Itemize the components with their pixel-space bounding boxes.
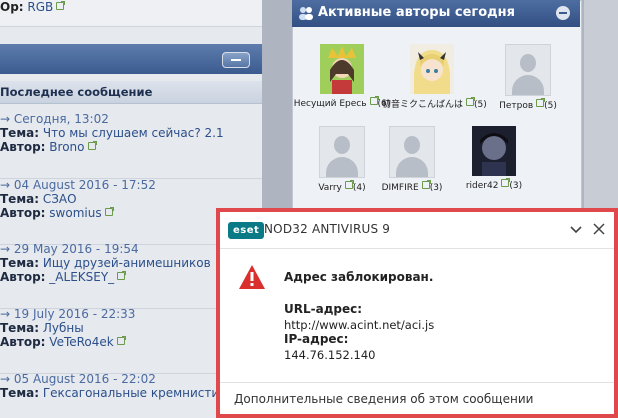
author-name: Varry [318, 183, 342, 193]
eset-titlebar: eset NOD32 ANTIVIRUS 9 [220, 212, 614, 249]
top-fragment-link[interactable]: RGB [27, 0, 53, 14]
post-author-link[interactable]: Brono [49, 140, 84, 154]
external-link-icon [56, 1, 66, 10]
eset-logo: eset [228, 222, 265, 239]
url-value: http://www.acint.net/aci.js [284, 318, 435, 332]
post-date: 19 July 2016 - 22:33 [13, 307, 136, 321]
external-link-icon [466, 97, 476, 106]
chevron-down-icon[interactable] [570, 223, 582, 235]
author-name: DIMFIRE [381, 183, 419, 193]
ip-value: 144.76.152.140 [284, 348, 376, 362]
post-topic-link[interactable]: Гексагональные кремнистишь [43, 386, 237, 400]
external-link-icon [116, 336, 126, 345]
post-date: 05 August 2016 - 22:02 [13, 372, 156, 386]
default-avatar[interactable] [505, 44, 551, 96]
post-date: Сегодня, 13:02 [13, 112, 109, 126]
minimize-button[interactable] [556, 6, 570, 20]
url-label: URL-адрес: [284, 302, 363, 316]
latest-posts-header [0, 44, 262, 74]
latest-posts-subheader: Последнее сообщение [0, 81, 262, 104]
top-fragment: Ор: RGB [0, 0, 262, 27]
active-authors-header: Активные авторы сегодня [292, 0, 580, 27]
default-avatar[interactable] [389, 126, 435, 178]
close-icon[interactable] [592, 222, 606, 236]
author-card[interactable]: Петров (5) [478, 44, 578, 111]
more-info-link[interactable]: Дополнительные сведения об этом сообщени… [234, 392, 533, 406]
author-name: Несущий Ересь [293, 99, 367, 109]
author-card[interactable]: Несущий Ересь (6) [292, 44, 392, 109]
eset-footer: Дополнительные сведения об этом сообщени… [220, 382, 614, 415]
external-link-icon [421, 180, 431, 189]
default-avatar[interactable] [319, 126, 365, 178]
post-topic-link[interactable]: Что мы слушаем сейчас? 2.1 [43, 126, 224, 140]
author-card[interactable]: rider42 (3) [444, 126, 544, 191]
author-name: 初音ミクこんばんは [382, 100, 464, 110]
author-name: rider42 [465, 181, 499, 191]
external-link-icon [104, 207, 114, 216]
anime-avatar-green[interactable] [320, 44, 364, 94]
eset-alert-window: eset NOD32 ANTIVIRUS 9 Адрес заблокирова… [216, 208, 618, 418]
collapse-button[interactable] [222, 52, 250, 68]
post-author-link[interactable]: _ALEKSEY_ [49, 270, 114, 284]
post-topic-link[interactable]: Ищу друзей-анимешников [43, 256, 211, 270]
external-link-icon [536, 98, 546, 107]
post-item-1: → Сегодня, 13:02 Тема: Что мы слушаем се… [0, 112, 262, 179]
post-date: 29 May 2016 - 19:54 [13, 242, 139, 256]
product-name: NOD32 ANTIVIRUS 9 [264, 222, 391, 236]
external-link-icon [344, 180, 354, 189]
ip-label: IP-адрес: [284, 332, 349, 346]
active-authors-title: Активные авторы сегодня [318, 5, 515, 20]
external-link-icon [117, 271, 127, 280]
post-author-link[interactable]: VeTeRo4ek [49, 335, 113, 349]
anime-avatar-blonde[interactable] [410, 44, 454, 94]
users-icon [299, 7, 313, 20]
warning-icon [239, 265, 265, 289]
post-topic-link[interactable]: Лубны [43, 321, 84, 335]
external-link-icon [87, 141, 97, 150]
top-fragment-label: Ор: [0, 0, 24, 14]
author-name: Петров [499, 101, 534, 111]
external-link-icon [501, 178, 511, 187]
post-topic-link[interactable]: СЗАО [43, 192, 77, 206]
post-author-link[interactable]: swomius [49, 206, 101, 220]
photo-avatar[interactable] [472, 126, 516, 176]
external-link-icon [369, 96, 379, 105]
author-card[interactable]: 初音ミクこんばんは (5) [382, 44, 487, 110]
post-date: 04 August 2016 - 17:52 [13, 178, 156, 192]
blocked-message: Адрес заблокирован. [284, 270, 434, 284]
